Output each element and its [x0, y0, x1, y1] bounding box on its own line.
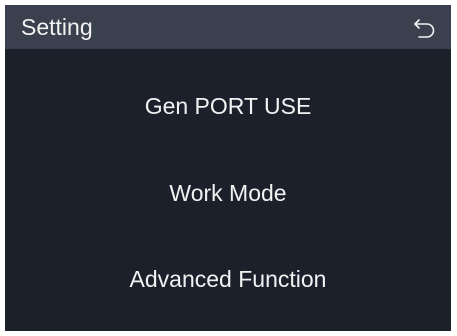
back-arrow-icon: [414, 19, 435, 38]
settings-screen: Setting Gen PORT USE Work Mode Advanced …: [5, 5, 451, 331]
menu-item-advanced-function[interactable]: Advanced Function: [5, 249, 451, 309]
back-button[interactable]: [409, 11, 441, 43]
menu-item-label: Gen PORT USE: [144, 93, 312, 119]
header-bar: Setting: [5, 5, 451, 49]
menu-item-label: Advanced Function: [129, 266, 327, 292]
menu-item-gen-port-use[interactable]: Gen PORT USE: [5, 76, 451, 136]
page-title: Setting: [21, 14, 93, 40]
menu-item-label: Work Mode: [169, 180, 287, 206]
menu-item-work-mode[interactable]: Work Mode: [5, 163, 451, 223]
